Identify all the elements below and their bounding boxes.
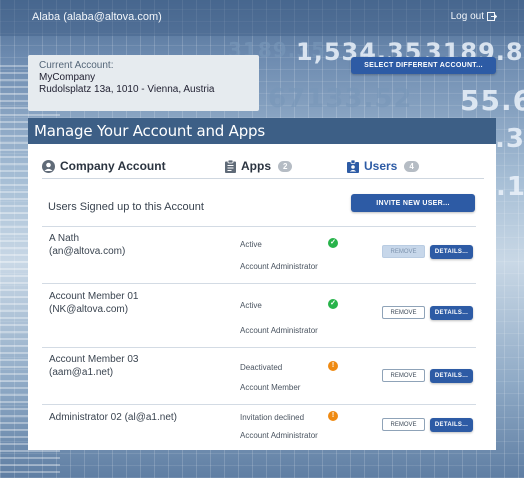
- tab-users[interactable]: Users 4: [347, 159, 419, 173]
- panel-header: Manage Your Account and Apps: [28, 118, 496, 144]
- tab-divider: [42, 178, 484, 179]
- user-role: Account Administrator: [240, 326, 318, 335]
- status-warning-icon: !: [328, 411, 338, 421]
- select-different-account-button[interactable]: SELECT DIFFERENT ACCOUNT...: [351, 57, 496, 74]
- user-row: A Nath (an@altova.com) Active ✓ Account …: [42, 226, 476, 284]
- tab-count-badge: 4: [404, 160, 419, 172]
- status-ok-icon: ✓: [328, 238, 338, 248]
- logout-icon: [487, 12, 497, 21]
- top-bar: Alaba (alaba@altova.com) Log out: [0, 0, 524, 36]
- user-details-button[interactable]: DETAILS...: [430, 245, 473, 259]
- user-role: Account Administrator: [240, 262, 318, 271]
- background-number: 67133.52: [268, 84, 413, 114]
- invite-new-user-button[interactable]: INVITE NEW USER...: [351, 194, 475, 212]
- user-name: Account Member 01: [49, 291, 139, 302]
- clipboard-icon: [225, 159, 236, 173]
- current-account-box: Current Account: MyCompany Rudolsplatz 1…: [28, 55, 259, 111]
- user-name: A Nath: [49, 233, 80, 244]
- user-row: Account Member 03 (aam@a1.net) Deactivat…: [42, 347, 476, 405]
- account-circle-icon: [42, 159, 55, 173]
- user-status: Active: [240, 301, 262, 310]
- user-role: Account Administrator: [240, 431, 318, 440]
- current-account-address: Rudolsplatz 13a, 1010 - Vienna, Austria: [39, 84, 215, 95]
- user-name: Account Member 03: [49, 354, 139, 365]
- user-status: Deactivated: [240, 363, 283, 372]
- user-email: (an@altova.com): [49, 246, 126, 257]
- tab-label: Company Account: [60, 159, 166, 173]
- background-number: 55.67: [460, 84, 524, 117]
- user-row: Account Member 01 (NK@altova.com) Active…: [42, 283, 476, 347]
- remove-user-button[interactable]: REMOVE: [382, 369, 425, 382]
- user-status: Active: [240, 240, 262, 249]
- tab-company-account[interactable]: Company Account: [42, 159, 166, 173]
- background-number: .13: [496, 172, 524, 202]
- user-badge-icon: [347, 159, 359, 173]
- status-ok-icon: ✓: [328, 299, 338, 309]
- current-account-label: Current Account:: [39, 60, 114, 71]
- remove-user-button[interactable]: REMOVE: [382, 306, 425, 319]
- tab-bar: Company Account Apps 2 Users 4: [28, 144, 496, 179]
- current-account-company: MyCompany: [39, 72, 96, 83]
- remove-user-button[interactable]: REMOVE: [382, 418, 425, 431]
- tab-label: Apps: [241, 159, 271, 173]
- logout-label: Log out: [450, 11, 484, 22]
- background-number: .30: [495, 124, 524, 154]
- remove-user-button[interactable]: REMOVE: [382, 245, 425, 258]
- main-panel: Company Account Apps 2 Users 4 Users Sig…: [28, 144, 496, 450]
- tab-apps[interactable]: Apps 2: [225, 159, 293, 173]
- user-status: Invitation declined: [240, 413, 305, 422]
- tab-count-badge: 2: [278, 160, 293, 172]
- page-title: Manage Your Account and Apps: [34, 122, 265, 140]
- user-details-button[interactable]: DETAILS...: [430, 306, 473, 320]
- user-label: Alaba (alaba@altova.com): [32, 11, 162, 23]
- user-email: (NK@altova.com): [49, 304, 129, 315]
- user-name: Administrator 02 (al@a1.net): [49, 412, 177, 423]
- section-title: Users Signed up to this Account: [48, 201, 204, 213]
- logout-link[interactable]: Log out: [451, 11, 497, 22]
- user-details-button[interactable]: DETAILS...: [430, 418, 473, 432]
- user-role: Account Member: [240, 383, 301, 392]
- user-row: Administrator 02 (al@a1.net) Invitation …: [42, 404, 476, 451]
- tab-label: Users: [364, 159, 398, 173]
- status-warning-icon: !: [328, 361, 338, 371]
- user-email: (aam@a1.net): [49, 367, 114, 378]
- user-details-button[interactable]: DETAILS...: [430, 369, 473, 383]
